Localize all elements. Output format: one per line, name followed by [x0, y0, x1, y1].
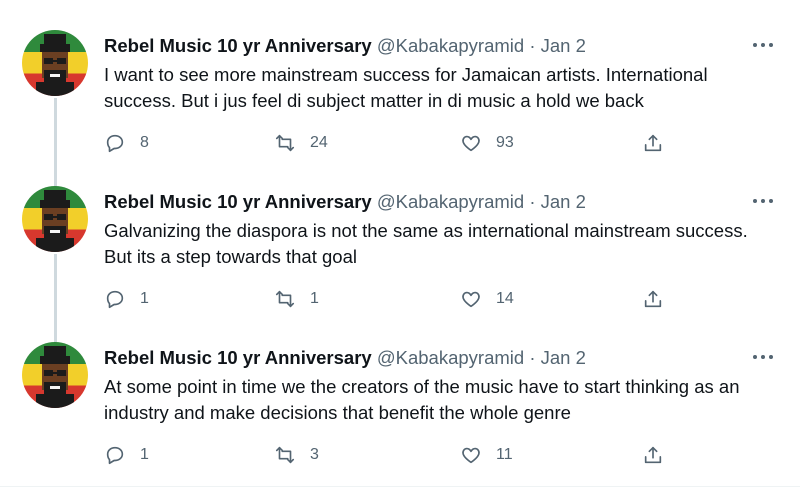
tweet[interactable]: Rebel Music 10 yr Anniversary @Kabakapyr…	[0, 312, 800, 482]
tweet-text: At some point in time we the creators of…	[104, 376, 740, 423]
tweet-header: Rebel Music 10 yr Anniversary @Kabakapyr…	[104, 347, 586, 369]
avatar-pixel-art	[36, 34, 74, 96]
retweet-button[interactable]: 24	[274, 128, 328, 158]
retweet-icon	[275, 290, 295, 308]
retweet-count: 3	[310, 446, 319, 463]
tweet-header: Rebel Music 10 yr Anniversary @Kabakapyr…	[104, 35, 586, 57]
tweet-actions: 1 3 11	[104, 440, 684, 470]
like-count: 14	[496, 290, 514, 307]
more-icon[interactable]	[750, 193, 776, 209]
like-button[interactable]: 11	[460, 440, 513, 470]
reply-button[interactable]: 8	[104, 128, 149, 158]
avatar-pixel-art	[36, 346, 74, 408]
user-handle[interactable]: @Kabakapyramid	[377, 191, 524, 212]
separator-dot: ·	[529, 35, 536, 56]
share-icon	[644, 134, 662, 152]
divider	[0, 486, 800, 487]
avatar[interactable]	[22, 342, 88, 408]
like-count: 93	[496, 134, 514, 151]
reply-button[interactable]: 1	[104, 284, 149, 314]
heart-icon	[462, 291, 480, 308]
avatar[interactable]	[22, 186, 88, 252]
reply-icon	[106, 134, 124, 153]
tweet-date[interactable]: Jan 2	[541, 191, 586, 212]
user-handle[interactable]: @Kabakapyramid	[377, 347, 524, 368]
share-icon	[644, 446, 662, 464]
like-button[interactable]: 93	[460, 128, 514, 158]
reply-count: 8	[140, 134, 149, 151]
share-icon	[644, 290, 662, 308]
separator-dot: ·	[529, 191, 536, 212]
retweet-count: 1	[310, 290, 319, 307]
retweet-icon	[275, 446, 295, 464]
tweet-date[interactable]: Jan 2	[541, 347, 586, 368]
reply-icon	[106, 290, 124, 309]
tweet-actions: 1 1 14	[104, 284, 684, 314]
share-button[interactable]	[642, 440, 664, 470]
retweet-count: 24	[310, 134, 328, 151]
share-button[interactable]	[642, 284, 664, 314]
retweet-button[interactable]: 1	[274, 284, 319, 314]
heart-icon	[462, 135, 480, 152]
display-name[interactable]: Rebel Music 10 yr Anniversary	[104, 191, 372, 212]
reply-icon	[106, 446, 124, 465]
avatar[interactable]	[22, 30, 88, 96]
tweet[interactable]: Rebel Music 10 yr Anniversary @Kabakapyr…	[0, 0, 800, 160]
tweet[interactable]: Rebel Music 10 yr Anniversary @Kabakapyr…	[0, 156, 800, 316]
separator-dot: ·	[529, 347, 536, 368]
like-count: 11	[496, 446, 513, 463]
tweet-header: Rebel Music 10 yr Anniversary @Kabakapyr…	[104, 191, 586, 213]
reply-count: 1	[140, 290, 149, 307]
display-name[interactable]: Rebel Music 10 yr Anniversary	[104, 35, 372, 56]
avatar-pixel-art	[36, 190, 74, 252]
tweet-thread: Rebel Music 10 yr Anniversary @Kabakapyr…	[0, 0, 800, 493]
user-handle[interactable]: @Kabakapyramid	[377, 35, 524, 56]
more-icon[interactable]	[750, 349, 776, 365]
heart-icon	[462, 447, 480, 464]
retweet-button[interactable]: 3	[274, 440, 319, 470]
reply-button[interactable]: 1	[104, 440, 149, 470]
more-icon[interactable]	[750, 37, 776, 53]
retweet-icon	[275, 134, 295, 152]
display-name[interactable]: Rebel Music 10 yr Anniversary	[104, 347, 372, 368]
tweet-actions: 8 24 93	[104, 128, 684, 158]
tweet-date[interactable]: Jan 2	[541, 35, 586, 56]
tweet-text: Galvanizing the diaspora is not the same…	[104, 220, 748, 267]
tweet-text: I want to see more mainstream success fo…	[104, 64, 708, 111]
like-button[interactable]: 14	[460, 284, 514, 314]
reply-count: 1	[140, 446, 149, 463]
share-button[interactable]	[642, 128, 664, 158]
